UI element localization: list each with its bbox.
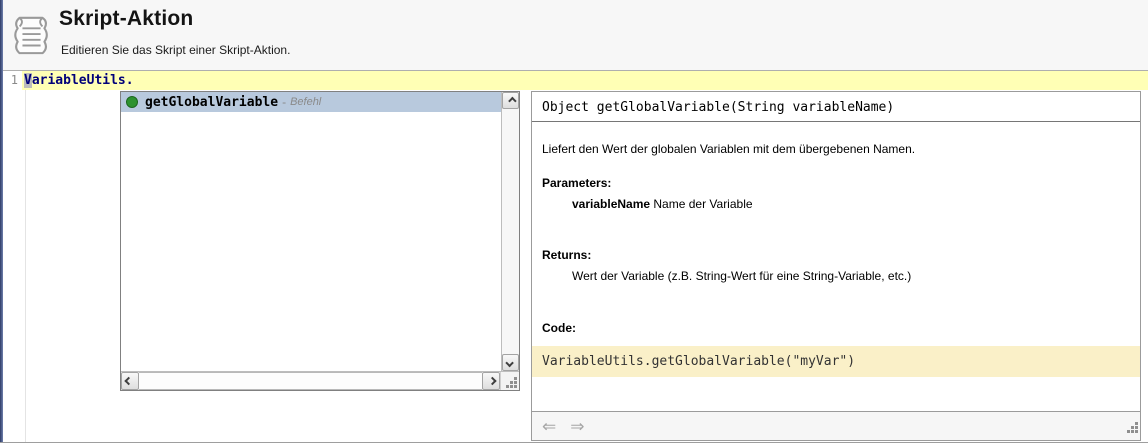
script-icon	[11, 12, 53, 58]
scroll-up-button[interactable]	[502, 92, 519, 109]
autocomplete-item-separator: -	[282, 95, 286, 109]
autocomplete-popup: getGlobalVariable - Befehl	[120, 91, 520, 391]
chevron-left-icon	[124, 377, 132, 385]
gutter-separator	[25, 71, 26, 442]
doc-panel: Object getGlobalVariable(String variable…	[531, 91, 1141, 441]
method-description: Liefert den Wert der globalen Variablen …	[532, 142, 1140, 156]
script-action-dialog: Skript-Aktion Editieren Sie das Skript e…	[0, 0, 1148, 443]
method-signature: Object getGlobalVariable(String variable…	[532, 92, 1140, 122]
parameter-row: variableName Name der Variable	[532, 197, 1140, 211]
back-arrow-button[interactable]: ⇐	[542, 418, 556, 435]
vertical-scrollbar[interactable]	[501, 92, 519, 371]
forward-arrow-button[interactable]: ⇒	[570, 418, 584, 435]
returns-description: Wert der Variable (z.B. String-Wert für …	[532, 269, 1140, 283]
autocomplete-item-name: getGlobalVariable	[145, 95, 278, 110]
code-text-line[interactable]: VariableUtils.	[22, 71, 1148, 90]
autocomplete-item-getglobalvariable[interactable]: getGlobalVariable - Befehl	[121, 92, 501, 112]
horizontal-scrollbar[interactable]	[121, 371, 519, 390]
chevron-right-icon	[488, 377, 496, 385]
scroll-left-button[interactable]	[121, 372, 139, 390]
dialog-header: Skript-Aktion Editieren Sie das Skript e…	[3, 0, 1148, 71]
chevron-down-icon	[505, 358, 513, 366]
resize-grip-icon	[1126, 421, 1138, 433]
scroll-right-button[interactable]	[482, 372, 500, 390]
returns-label: Returns:	[532, 248, 1140, 262]
resize-grip-icon	[505, 376, 517, 388]
autocomplete-popup-main: getGlobalVariable - Befehl	[121, 92, 519, 371]
window-left-border	[0, 0, 3, 443]
doc-navigation-bar: ⇐ ⇒	[532, 411, 1140, 440]
autocomplete-item-kind: Befehl	[290, 96, 321, 108]
autocomplete-list: getGlobalVariable - Befehl	[121, 92, 501, 371]
code-sample: VariableUtils.getGlobalVariable("myVar")	[532, 346, 1140, 377]
parameter-name: variableName	[572, 197, 650, 211]
page-title: Skript-Aktion	[59, 7, 193, 31]
vertical-scrollbar-track[interactable]	[502, 109, 519, 354]
scroll-down-button[interactable]	[502, 354, 519, 371]
horizontal-scrollbar-track[interactable]	[139, 372, 482, 390]
parameters-label: Parameters:	[532, 176, 1140, 190]
parameter-description: Name der Variable	[650, 197, 753, 211]
text-cursor-char: V	[24, 73, 32, 88]
code-line-1[interactable]: 1 VariableUtils.	[3, 71, 1148, 90]
line-number: 1	[3, 71, 22, 90]
code-after-cursor: ariableUtils.	[32, 73, 134, 88]
code-label: Code:	[532, 321, 1140, 335]
doc-resize-grip[interactable]	[1126, 420, 1138, 438]
page-subtitle: Editieren Sie das Skript einer Skript-Ak…	[61, 43, 290, 57]
popup-resize-grip[interactable]	[500, 372, 519, 390]
method-icon	[126, 96, 138, 108]
chevron-up-icon	[508, 96, 516, 104]
